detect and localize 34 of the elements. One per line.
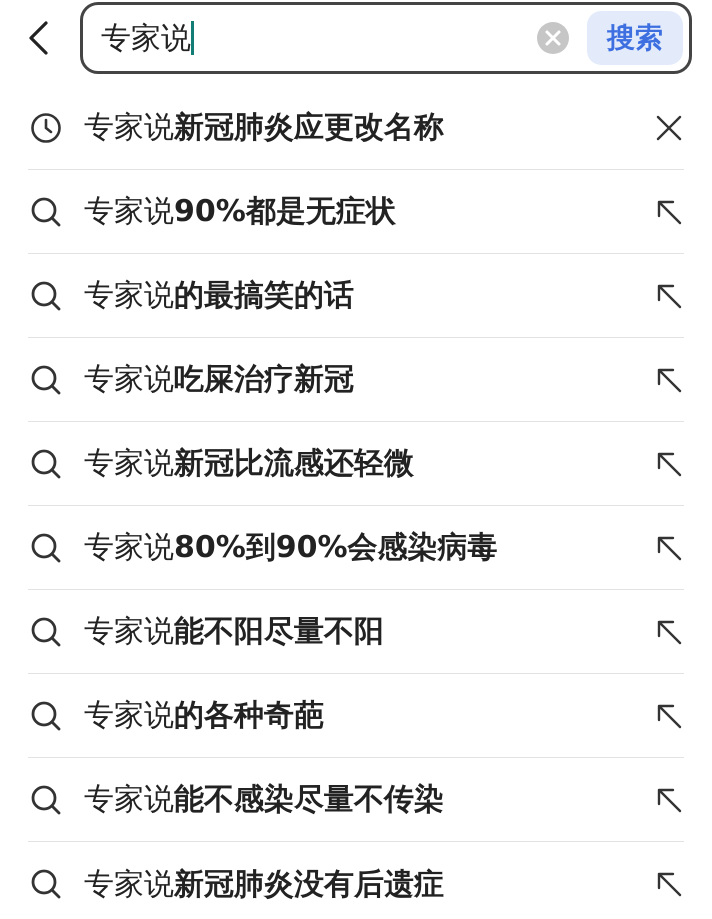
fill-in-arrow-icon[interactable] bbox=[656, 871, 682, 897]
suggestion-item[interactable]: 专家说新冠比流感还轻微 bbox=[84, 441, 414, 486]
suggestion-item[interactable]: 专家说新冠肺炎没有后遗症 bbox=[84, 862, 444, 906]
search-icon bbox=[30, 532, 62, 564]
search-icon bbox=[30, 448, 62, 480]
suggestion-item[interactable]: 专家说的各种奇葩 bbox=[84, 693, 324, 738]
search-icon bbox=[30, 616, 62, 648]
text-cursor bbox=[191, 21, 194, 55]
search-text: 专家说 bbox=[101, 20, 191, 58]
search-button[interactable]: 搜索 bbox=[587, 11, 683, 65]
suggestion-item[interactable]: 专家说90%都是无症状 bbox=[84, 189, 396, 234]
fill-in-arrow-icon[interactable] bbox=[656, 534, 682, 560]
fill-in-arrow-icon[interactable] bbox=[656, 366, 682, 392]
fill-in-arrow-icon[interactable] bbox=[656, 450, 682, 476]
search-field[interactable]: 专家说 搜索 bbox=[80, 2, 692, 74]
fill-in-arrow-icon[interactable] bbox=[656, 786, 682, 812]
fill-in-arrow-icon[interactable] bbox=[656, 618, 682, 644]
search-icon bbox=[30, 868, 62, 900]
fill-in-arrow-icon[interactable] bbox=[656, 282, 682, 308]
search-icon bbox=[30, 784, 62, 816]
suggestion-item[interactable]: 专家说能不感染尽量不传染 bbox=[84, 777, 444, 822]
suggestion-item[interactable]: 专家说的最搞笑的话 bbox=[84, 273, 354, 318]
suggestion-item[interactable]: 专家说新冠肺炎应更改名称 bbox=[84, 105, 444, 150]
fill-in-arrow-icon[interactable] bbox=[656, 198, 682, 224]
search-icon bbox=[30, 280, 62, 312]
search-icon bbox=[30, 364, 62, 396]
suggestion-item[interactable]: 专家说能不阳尽量不阳 bbox=[84, 609, 384, 654]
suggestion-item[interactable]: 专家说吃屎治疗新冠 bbox=[84, 357, 354, 402]
suggestion-item[interactable]: 专家说80%到90%会感染病毒 bbox=[84, 525, 498, 570]
delete-icon[interactable] bbox=[656, 114, 682, 140]
fill-in-arrow-icon[interactable] bbox=[656, 702, 682, 728]
search-icon bbox=[30, 700, 62, 732]
search-icon bbox=[30, 196, 62, 228]
clock-icon bbox=[30, 112, 62, 144]
